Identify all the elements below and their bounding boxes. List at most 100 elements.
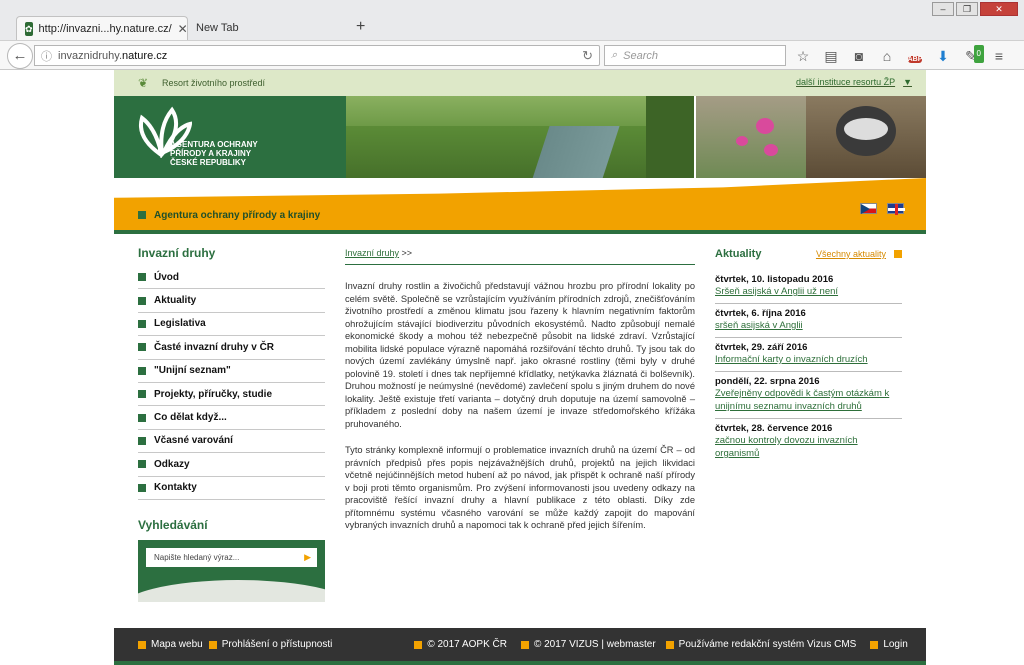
bullet-icon — [414, 640, 423, 649]
footer: Mapa webu Prohlášení o přístupnosti © 20… — [114, 628, 926, 661]
organization-title: Agentura ochrany přírody a krajiny — [154, 209, 321, 221]
sidebar-item-projekty[interactable]: Projekty, příručky, studie — [138, 383, 325, 407]
sidebar-heading: Invazní druhy — [138, 246, 216, 260]
bullet-icon — [870, 640, 879, 649]
news-item: čtvrtek, 29. září 2016 Informační karty … — [715, 338, 902, 372]
bullet-icon — [208, 640, 217, 649]
footer-copyright-aopk: © 2017 AOPK ČR — [414, 639, 507, 650]
news-date: čtvrtek, 6. října 2016 — [715, 308, 806, 319]
czech-flag-icon[interactable] — [860, 203, 877, 214]
news-panel: Aktuality Všechny aktuality čtvrtek, 10.… — [715, 248, 902, 465]
header-banner: AGENTURA OCHRANY PŘÍRODY A KRAJINY ČESKÉ… — [114, 96, 926, 178]
ministry-bar: ❦ Resort životního prostředí další insti… — [114, 70, 926, 96]
intro-paragraph: Invazní druhy rostlin a živočichů předst… — [345, 281, 695, 429]
minimize-button[interactable]: – — [932, 2, 954, 16]
news-link[interactable]: Sršeň asijská v Anglii už není — [715, 286, 838, 297]
other-institutions-link[interactable]: další instituce resortu ŽP ▼ — [788, 77, 912, 87]
site-search-placeholder: Napište hledaný výraz... — [154, 552, 240, 562]
news-item: čtvrtek, 28. července 2016 začnou kontro… — [715, 419, 902, 465]
address-bar[interactable]: ⓘ invaznidruhy.nature.cz ↻ — [34, 45, 600, 66]
bookmark-star-icon[interactable]: ☆ — [794, 47, 812, 65]
browser-chrome: – ❐ ✕ ✿ http://invazni...hy.nature.cz/ ✕… — [0, 0, 1024, 70]
news-link[interactable]: sršeň asijská v Anglii — [715, 320, 803, 331]
search-placeholder: Search — [623, 49, 659, 62]
breadcrumb-separator: >> — [401, 248, 413, 258]
news-item: čtvrtek, 6. října 2016 sršeň asijská v A… — [715, 304, 902, 338]
search-icon: ⌕ — [611, 49, 618, 61]
page-margin-left — [0, 70, 114, 665]
footer-link-vizus[interactable]: © 2017 VIZUS | webmaster — [520, 639, 656, 650]
bullet-icon — [138, 273, 146, 282]
footer-link-cms[interactable]: Používáme redakční systém Vizus CMS — [665, 639, 856, 650]
sidebar-item-unijni-seznam[interactable]: "Unijní seznam" — [138, 360, 325, 383]
sidebar-item-co-delat[interactable]: Co dělat když... — [138, 406, 325, 430]
sidebar: Invazní druhy Úvod Aktuality Legislativa… — [138, 246, 325, 602]
uk-flag-icon[interactable] — [887, 203, 905, 215]
close-tab-icon[interactable]: ✕ — [178, 22, 188, 36]
adblock-icon[interactable]: ABP — [906, 47, 924, 65]
tab-invaznidruhy[interactable]: ✿ http://invazni...hy.nature.cz/ ✕ — [16, 16, 188, 40]
reading-list-icon[interactable]: ▤ — [822, 47, 840, 65]
search-heading: Vyhledávání — [138, 517, 208, 532]
footer-link-login[interactable]: Login — [870, 639, 908, 650]
back-button[interactable]: ← — [7, 43, 33, 69]
bullet-icon — [138, 296, 146, 305]
site-search-input[interactable]: Napište hledaný výraz... ▶ — [146, 547, 317, 567]
news-link[interactable]: začnou kontroly dovozu invazních organis… — [715, 435, 858, 459]
footer-link-accessibility[interactable]: Prohlášení o přístupnosti — [208, 639, 332, 650]
sidebar-item-kontakty[interactable]: Kontakty — [138, 477, 325, 500]
all-news-link[interactable]: Všechny aktuality — [816, 249, 886, 259]
menu-icon[interactable]: ≡ — [990, 47, 1008, 65]
new-tab-button[interactable]: + — [348, 16, 373, 40]
news-date: pondělí, 22. srpna 2016 — [715, 376, 820, 387]
download-icon[interactable]: ⬇ — [934, 47, 952, 65]
about-paragraph: Tyto stránky komplexně informují o probl… — [345, 445, 695, 530]
arrow-square-icon — [894, 250, 902, 258]
logo-text: AGENTURA OCHRANY PŘÍRODY A KRAJINY ČESKÉ… — [170, 140, 258, 167]
sidebar-item-aktuality[interactable]: Aktuality — [138, 289, 325, 313]
restore-button[interactable]: ❐ — [956, 2, 978, 16]
ministry-label: Resort životního prostředí — [162, 78, 266, 88]
breadcrumb-link[interactable]: Invazní druhy — [345, 248, 399, 258]
sidebar-item-odkazy[interactable]: Odkazy — [138, 453, 325, 477]
site-search-box: Napište hledaný výraz... ▶ — [138, 539, 325, 602]
organization-bar: Agentura ochrany přírody a krajiny — [114, 200, 926, 230]
bullet-icon — [138, 413, 146, 422]
site-info-icon[interactable]: ⓘ — [41, 48, 52, 64]
sidebar-item-uvod[interactable]: Úvod — [138, 266, 325, 290]
bullet-icon — [138, 319, 146, 328]
search-input[interactable]: ⌕ Search — [604, 45, 786, 66]
tab-new-tab[interactable]: New Tab — [188, 16, 348, 40]
bullet-icon — [138, 211, 146, 219]
news-title: Aktuality — [715, 248, 762, 260]
search-submit-arrow-icon[interactable]: ▶ — [304, 552, 311, 563]
url-text: invaznidruhy.nature.cz — [58, 49, 168, 62]
news-date: čtvrtek, 28. července 2016 — [715, 423, 833, 434]
bullet-icon — [138, 483, 146, 492]
home-icon[interactable]: ⌂ — [878, 47, 896, 65]
footer-link-sitemap[interactable]: Mapa webu — [138, 639, 203, 650]
bullet-icon — [520, 640, 529, 649]
tab-title: http://invazni...hy.nature.cz/ — [38, 22, 172, 35]
ministry-leaf-icon: ❦ — [138, 76, 149, 90]
pocket-icon[interactable]: ◙ — [850, 47, 868, 65]
web-page: ❦ Resort životního prostředí další insti… — [0, 70, 1024, 665]
addon-icon[interactable]: ✎ 0 — [962, 44, 984, 65]
flower-and-raccoon-image — [696, 96, 926, 178]
tab-title: New Tab — [196, 22, 239, 34]
reload-icon[interactable]: ↻ — [582, 48, 593, 64]
news-link[interactable]: Zveřejněny odpovědi k častým otázkám k u… — [715, 388, 889, 412]
addon-badge: 0 — [973, 44, 984, 63]
sidebar-item-caste-druhy[interactable]: Časté invazní druhy v ČR — [138, 336, 325, 360]
window-titlebar: – ❐ ✕ — [0, 0, 1024, 16]
site-logo[interactable]: AGENTURA OCHRANY PŘÍRODY A KRAJINY ČESKÉ… — [114, 96, 346, 178]
news-item: pondělí, 22. srpna 2016 Zveřejněny odpov… — [715, 372, 902, 419]
bullet-icon — [665, 640, 674, 649]
site-favicon-icon: ✿ — [25, 21, 33, 36]
sidebar-item-legislativa[interactable]: Legislativa — [138, 313, 325, 337]
news-link[interactable]: Informační karty o invazních druzích — [715, 354, 868, 365]
news-date: čtvrtek, 29. září 2016 — [715, 342, 808, 353]
close-window-button[interactable]: ✕ — [980, 2, 1018, 16]
sidebar-menu: Úvod Aktuality Legislativa Časté invazní… — [138, 266, 325, 500]
sidebar-item-vcasne-varovani[interactable]: Včasné varování — [138, 430, 325, 454]
